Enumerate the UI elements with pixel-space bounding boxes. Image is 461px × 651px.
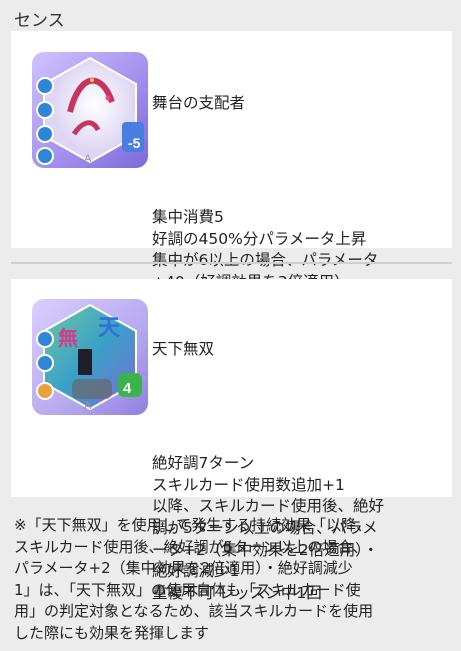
skill-card-title: 舞台の支配者 (152, 94, 246, 113)
svg-text:天: 天 (98, 315, 121, 340)
skill-card-title: 天下無双 (152, 340, 215, 359)
svg-text:4: 4 (123, 380, 132, 397)
footnote: ※「天下無双」を使用して発生する持続効果「以降、 スキルカード使用後、絶好調が5… (14, 516, 374, 642)
skill-card-art: 無 天 4 A (32, 299, 148, 415)
skill-card-art: -5 A (32, 52, 148, 168)
section-divider (11, 262, 452, 264)
svg-text:A: A (84, 153, 92, 165)
svg-text:-5: -5 (128, 135, 141, 151)
section-title: センス (14, 11, 65, 31)
svg-text:無: 無 (58, 326, 78, 350)
svg-text:A: A (84, 400, 92, 412)
skill-card-2: 無 天 4 A 天下無双 絶好調7ターン スキルカード使用数追加+1 以降、スキ… (11, 279, 452, 602)
skill-card-1: -5 A 舞台の支配者 集中消費5 好調の450%分パラメータ上昇 集中が6以上… (11, 31, 452, 356)
